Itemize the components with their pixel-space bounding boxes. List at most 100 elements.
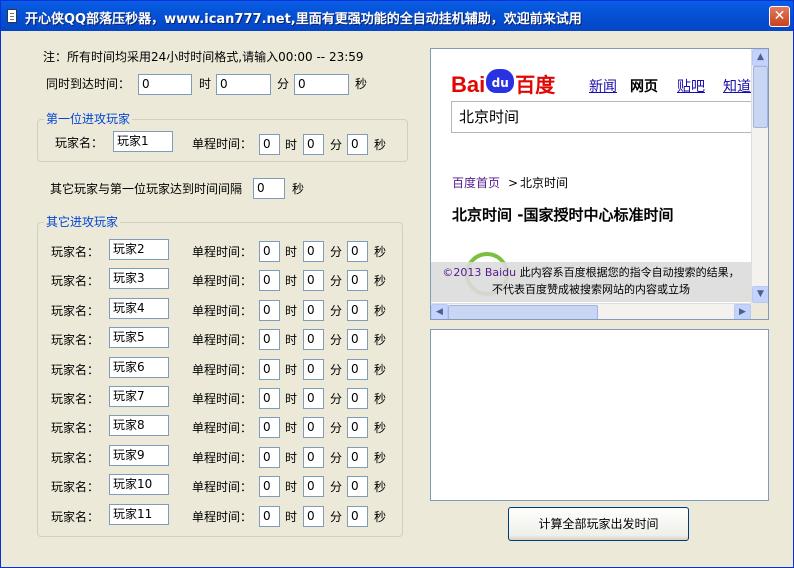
player-hour-input[interactable]: 0: [259, 241, 280, 262]
first-player-hour-input[interactable]: 0: [259, 134, 280, 155]
close-button[interactable]: ✕: [769, 6, 790, 27]
player-minute-input[interactable]: 0: [303, 241, 324, 262]
first-player-minute-input[interactable]: 0: [303, 134, 324, 155]
player-name-input[interactable]: 玩家7: [109, 386, 169, 407]
player-minute-input[interactable]: 0: [303, 388, 324, 409]
player-hour-input[interactable]: 0: [259, 417, 280, 439]
player-minute-input[interactable]: 0: [303, 505, 324, 527]
player-second-unit: 秒: [374, 392, 387, 406]
player-name-input[interactable]: 玩家2: [109, 239, 169, 260]
copyright-line1: 此内容系百度根据您的指令自动搜索的结果，: [519, 266, 740, 279]
interval-input[interactable]: 0: [253, 178, 285, 199]
first-player-hour-unit: 时: [285, 138, 298, 152]
player-hour-input[interactable]: 0: [259, 505, 280, 527]
arrival-minute-input[interactable]: 0: [216, 74, 271, 95]
player-hour-input[interactable]: 0: [259, 358, 280, 380]
arrival-second-input[interactable]: 0: [294, 74, 349, 95]
player-hour-unit: 时: [285, 333, 298, 348]
scroll-down-icon[interactable]: ▼: [752, 286, 768, 303]
vertical-scrollbar[interactable]: ▲ ▼: [751, 49, 768, 303]
player-name-input[interactable]: 玩家6: [109, 356, 169, 378]
player-name-input[interactable]: 玩家8: [109, 415, 169, 437]
player-hour-unit: 时: [285, 480, 298, 495]
player-minute-input[interactable]: 0: [303, 329, 324, 351]
player-minute-input[interactable]: 0: [303, 417, 324, 439]
player-second-unit: 秒: [374, 333, 387, 348]
horizontal-scrollbar[interactable]: ◀ ▶: [431, 303, 751, 319]
nav-link-zhidao[interactable]: 知道: [723, 76, 751, 96]
result-output-box[interactable]: [430, 329, 769, 501]
player-trip-label: 单程时间：: [192, 303, 253, 318]
title-bar[interactable]: 开心侠QQ部落压秒器，www.ican777.net,里面有更强功能的全自动挂机…: [1, 1, 793, 31]
player-minute-input[interactable]: 0: [303, 476, 324, 498]
player-minute-input[interactable]: 0: [303, 299, 324, 321]
breadcrumb-home-link[interactable]: 百度首页: [452, 176, 500, 190]
scroll-right-icon[interactable]: ▶: [734, 304, 751, 319]
player-name-label: 玩家名：: [51, 333, 100, 348]
calculate-button[interactable]: 计算全部玩家出发时间: [508, 507, 689, 541]
first-player-name-label: 玩家名：: [55, 136, 104, 150]
player-hour-input[interactable]: 0: [259, 476, 280, 498]
player-trip-label: 单程时间：: [192, 392, 253, 406]
horizontal-scroll-thumb[interactable]: [448, 305, 598, 319]
player-minute-input[interactable]: 0: [303, 270, 324, 292]
player-hour-unit: 时: [285, 303, 298, 318]
baidu-logo[interactable]: Bai du 百度: [451, 69, 555, 97]
vertical-scroll-thumb[interactable]: [753, 66, 768, 128]
player-second-input[interactable]: 0: [347, 446, 368, 468]
first-player-trip-label: 单程时间：: [192, 137, 253, 151]
player-second-unit: 秒: [374, 450, 387, 465]
player-name-input[interactable]: 玩家11: [109, 503, 169, 525]
player-second-input[interactable]: 0: [347, 388, 368, 409]
player-hour-input[interactable]: 0: [259, 388, 280, 409]
first-player-second-unit: 秒: [374, 138, 387, 152]
nav-link-news[interactable]: 新闻: [589, 76, 617, 96]
player-name-input[interactable]: 玩家9: [109, 444, 169, 466]
player-name-input[interactable]: 玩家10: [109, 474, 169, 496]
player-second-input[interactable]: 0: [347, 417, 368, 439]
arrival-hour-input[interactable]: 0: [138, 74, 192, 95]
first-player-name-input[interactable]: 玩家1: [113, 131, 173, 152]
copyright-link[interactable]: ©2013 Baidu: [442, 266, 516, 279]
player-name-label: 玩家名：: [51, 245, 100, 259]
player-name-input[interactable]: 玩家4: [109, 297, 169, 319]
player-hour-input[interactable]: 0: [259, 270, 280, 292]
nav-link-tieba[interactable]: 贴吧: [677, 76, 705, 96]
player-second-input[interactable]: 0: [347, 241, 368, 262]
other-players-group-title: 其它进攻玩家: [44, 215, 121, 229]
scroll-up-icon[interactable]: ▲: [752, 49, 768, 66]
arrival-second-unit: 秒: [355, 77, 368, 91]
scrollbar-corner: [751, 303, 768, 319]
player-second-input[interactable]: 0: [347, 476, 368, 498]
player-hour-unit: 时: [285, 450, 298, 465]
player-second-input[interactable]: 0: [347, 358, 368, 380]
player-hour-unit: 时: [285, 274, 298, 289]
player-hour-unit: 时: [285, 362, 298, 377]
player-minute-unit: 分: [330, 245, 343, 259]
arrival-hour-unit: 时: [199, 77, 212, 91]
player-name-input[interactable]: 玩家3: [109, 268, 169, 290]
player-trip-label: 单程时间：: [192, 421, 253, 436]
player-hour-unit: 时: [285, 245, 298, 259]
player-second-input[interactable]: 0: [347, 329, 368, 351]
app-icon: [7, 9, 17, 23]
baidu-paw-icon: du: [486, 69, 515, 93]
embedded-browser[interactable]: Bai du 百度 新闻 网页 贴吧 知道 北京时间 百度首页 > 北京时间 北京时…: [430, 48, 769, 320]
player-minute-input[interactable]: 0: [303, 358, 324, 380]
player-hour-input[interactable]: 0: [259, 446, 280, 468]
scroll-left-icon[interactable]: ◀: [431, 304, 448, 319]
player-second-input[interactable]: 0: [347, 505, 368, 527]
result-heading[interactable]: 北京时间 -国家授时中心标准时间: [452, 206, 673, 224]
player-minute-input[interactable]: 0: [303, 446, 324, 468]
player-hour-input[interactable]: 0: [259, 329, 280, 351]
player-second-unit: 秒: [374, 421, 387, 436]
player-name-input[interactable]: 玩家5: [109, 327, 169, 349]
first-player-second-input[interactable]: 0: [347, 134, 368, 155]
player-second-input[interactable]: 0: [347, 299, 368, 321]
search-input[interactable]: 北京时间: [451, 101, 761, 133]
player-hour-input[interactable]: 0: [259, 299, 280, 321]
player-second-input[interactable]: 0: [347, 270, 368, 292]
player-second-unit: 秒: [374, 480, 387, 495]
player-minute-unit: 分: [330, 392, 343, 406]
player-trip-label: 单程时间：: [192, 362, 253, 377]
